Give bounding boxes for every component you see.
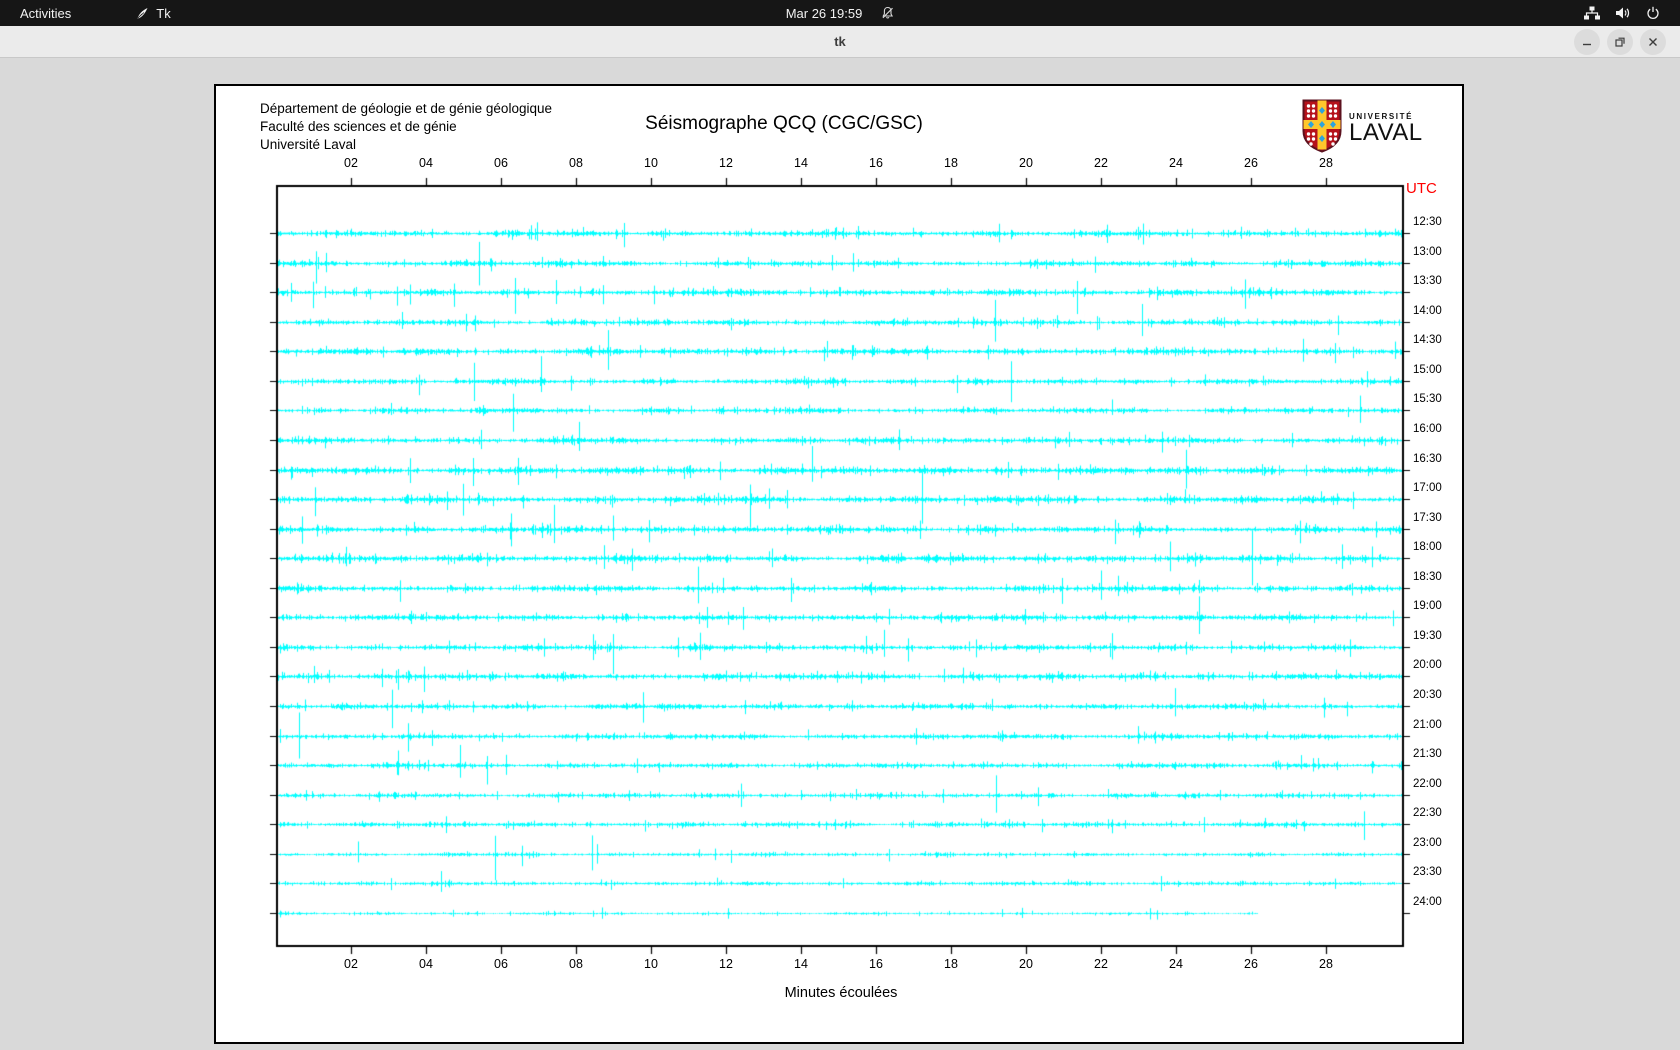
utc-time-label: 21:30 — [1413, 748, 1442, 761]
utc-time-label: 16:00 — [1413, 422, 1442, 435]
utc-time-label: 14:30 — [1413, 334, 1442, 347]
maximize-button[interactable] — [1607, 29, 1633, 55]
seismograph-panel: Département de géologie et de génie géol… — [214, 84, 1464, 1044]
close-button[interactable] — [1640, 29, 1666, 55]
utc-time-label: 16:30 — [1413, 452, 1442, 465]
x-tick-label-bottom: 02 — [344, 957, 358, 971]
laval-logo: UNIVERSITÉ LAVAL — [1302, 99, 1438, 158]
x-tick-label-top: 26 — [1244, 156, 1258, 170]
x-tick-label-top: 10 — [644, 156, 658, 170]
x-tick-label-top: 14 — [794, 156, 808, 170]
utc-time-label: 20:30 — [1413, 689, 1442, 702]
utc-time-label: 13:30 — [1413, 275, 1442, 288]
x-tick-label-bottom: 12 — [719, 957, 733, 971]
x-tick-label-bottom: 10 — [644, 957, 658, 971]
x-tick-label-top: 20 — [1019, 156, 1033, 170]
x-tick-label-bottom: 06 — [494, 957, 508, 971]
x-tick-label-bottom: 08 — [569, 957, 583, 971]
clock-label: Mar 26 19:59 — [785, 5, 863, 21]
x-tick-label-bottom: 28 — [1319, 957, 1333, 971]
restore-icon — [1615, 37, 1625, 47]
window-titlebar[interactable]: tk — [0, 26, 1680, 58]
utc-time-label: 20:00 — [1413, 659, 1442, 672]
utc-time-label: 19:00 — [1413, 600, 1442, 613]
notifications-muted-icon — [880, 6, 894, 20]
x-tick-label-top: 02 — [344, 156, 358, 170]
x-tick-label-bottom: 04 — [419, 957, 433, 971]
x-tick-label-bottom: 14 — [794, 957, 808, 971]
close-icon — [1649, 38, 1657, 46]
x-tick-label-top: 24 — [1169, 156, 1183, 170]
x-tick-label-top: 06 — [494, 156, 508, 170]
window-title: tk — [834, 34, 846, 49]
faculty-line: Faculté des sciences et de génie — [260, 119, 457, 134]
focused-app-name: Tk — [156, 5, 171, 21]
x-tick-label-bottom: 24 — [1169, 957, 1183, 971]
utc-time-label: 15:30 — [1413, 393, 1442, 406]
x-tick-label-top: 12 — [719, 156, 733, 170]
system-status-area[interactable] — [1584, 6, 1680, 20]
x-tick-label-top: 18 — [944, 156, 958, 170]
utc-time-label: 19:30 — [1413, 629, 1442, 642]
utc-time-label: 17:30 — [1413, 511, 1442, 524]
x-axis-title: Minutes écoulées — [784, 985, 898, 1001]
utc-time-label: 22:00 — [1413, 777, 1442, 790]
utc-time-label: 23:30 — [1413, 866, 1442, 879]
minimize-icon — [1583, 43, 1591, 46]
focused-app-indicator[interactable]: Tk — [135, 5, 171, 21]
activities-button[interactable]: Activities — [14, 6, 77, 21]
x-tick-label-top: 08 — [569, 156, 583, 170]
logo-laval-text: LAVAL — [1349, 118, 1423, 146]
x-tick-label-bottom: 26 — [1244, 957, 1258, 971]
department-line: Département de géologie et de génie géol… — [260, 101, 552, 116]
utc-time-label: 15:00 — [1413, 363, 1442, 376]
utc-time-label: 13:00 — [1413, 245, 1442, 258]
x-tick-label-bottom: 18 — [944, 957, 958, 971]
utc-time-label: 21:00 — [1413, 718, 1442, 731]
utc-time-label: 23:00 — [1413, 836, 1442, 849]
utc-time-label: 24:00 — [1413, 895, 1442, 908]
plot-title: Séismographe QCQ (CGC/GSC) — [645, 113, 923, 134]
x-tick-label-top: 04 — [419, 156, 433, 170]
university-line: Université Laval — [260, 137, 357, 152]
utc-time-label: 18:30 — [1413, 570, 1442, 583]
power-icon — [1646, 6, 1660, 20]
network-icon — [1584, 6, 1600, 20]
utc-time-label: 12:30 — [1413, 216, 1442, 228]
x-tick-label-top: 28 — [1319, 156, 1333, 170]
clock-menu[interactable]: Mar 26 19:59 — [786, 6, 895, 21]
x-tick-label-bottom: 16 — [869, 957, 883, 971]
volume-icon — [1615, 6, 1631, 20]
helicorder-canvas — [267, 176, 1413, 956]
x-tick-label-top: 16 — [869, 156, 883, 170]
tk-icon — [135, 6, 150, 21]
utc-axis-title: UTC — [1406, 180, 1437, 197]
department-block: Département de géologie et de génie géol… — [260, 100, 552, 154]
tk-window-content: Département de géologie et de génie géol… — [0, 59, 1680, 1050]
x-tick-label-bottom: 20 — [1019, 957, 1033, 971]
x-tick-label-top: 22 — [1094, 156, 1108, 170]
gnome-top-bar: Activities Tk Mar 26 19:59 — [0, 0, 1680, 26]
minimize-button[interactable] — [1574, 29, 1600, 55]
laval-shield-icon — [1302, 99, 1342, 158]
utc-time-label: 14:00 — [1413, 304, 1442, 317]
utc-time-label: 17:00 — [1413, 482, 1442, 495]
utc-time-label: 22:30 — [1413, 807, 1442, 820]
x-tick-label-bottom: 22 — [1094, 957, 1108, 971]
utc-time-label: 18:00 — [1413, 541, 1442, 554]
